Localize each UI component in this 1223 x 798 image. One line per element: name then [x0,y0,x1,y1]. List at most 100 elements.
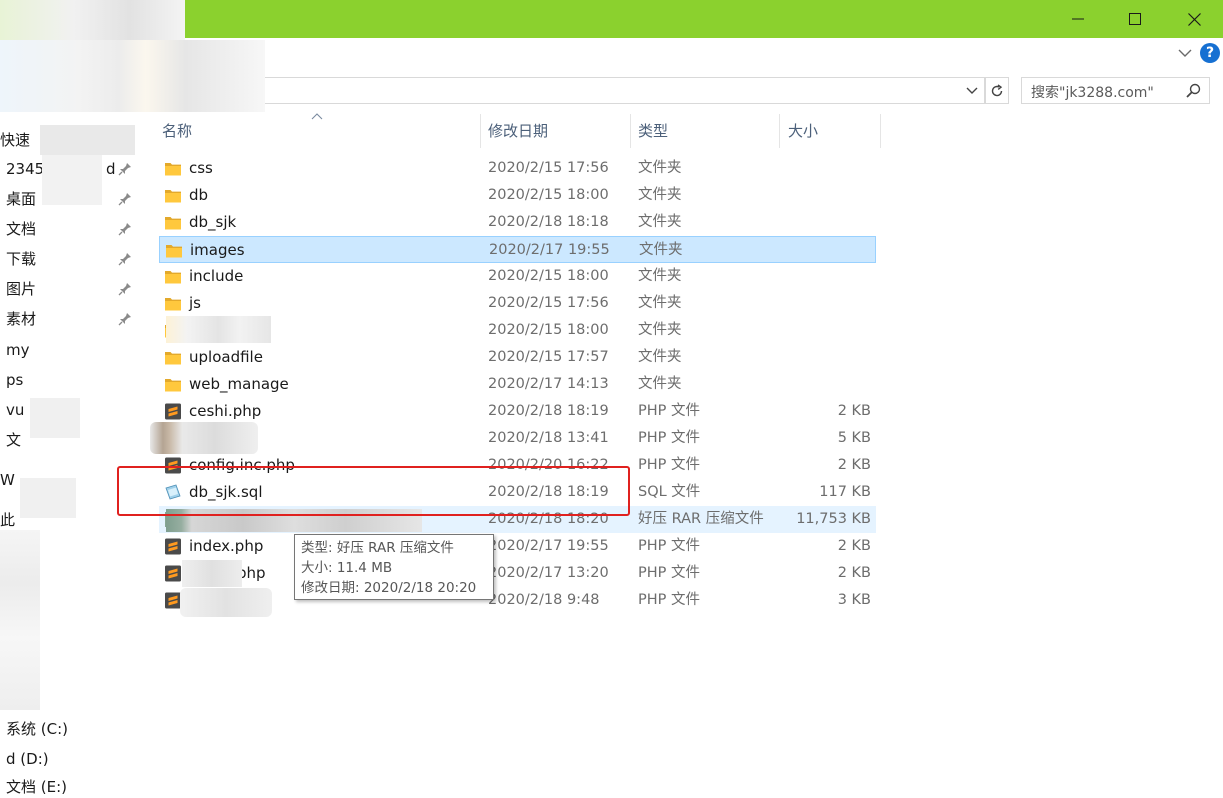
tooltip-type: 类型: 好压 RAR 压缩文件 [301,540,454,556]
file-row[interactable]: js 2020/2/15 17:56 文件夹 [159,290,876,317]
file-name: db_sjk.sql [189,483,263,501]
nav-item-downloads[interactable]: 下载 [6,248,36,270]
privacy-mask [180,588,272,617]
file-date: 2020/2/15 17:56 [488,160,609,176]
nav-item-suffix: d [106,160,116,178]
column-divider[interactable] [630,114,631,148]
nav-item-2345[interactable]: 2345 d [6,158,116,180]
file-type: PHP 文件 [638,592,701,608]
pin-icon [118,253,131,266]
folder-icon [164,349,182,366]
file-row[interactable]: include 2020/2/15 18:00 文件夹 [159,263,876,290]
tooltip-date: 修改日期: 2020/2/18 20:20 [301,580,477,596]
address-dropdown-icon[interactable] [964,84,980,98]
file-type: 文件夹 [638,322,682,338]
file-size: 117 KB [819,484,871,500]
file-size: 2 KB [837,565,871,581]
file-row[interactable]: 2020/2/18 13:41 PHP 文件 5 KB [159,425,876,452]
privacy-mask [20,478,76,518]
folder-icon [164,187,182,204]
search-icon[interactable] [1186,83,1201,98]
pin-icon [118,313,131,326]
file-date: 2020/2/18 13:41 [488,430,609,446]
column-divider[interactable] [779,114,780,148]
search-input[interactable]: 搜索"jk3288.com" [1021,77,1210,104]
file-date: 2020/2/17 14:13 [488,376,609,392]
nav-item-documents[interactable]: 文档 [6,218,36,240]
nav-item-my[interactable]: my [6,339,30,361]
nav-quick-access[interactable]: 快速 [0,129,30,151]
file-name: db [189,186,209,204]
file-date: 2020/2/15 17:57 [488,349,609,365]
file-row[interactable]: ceshi.php 2020/2/18 18:19 PHP 文件 2 KB [159,398,876,425]
address-bar[interactable] [262,77,985,104]
file-type: 文件夹 [639,242,683,258]
file-type: 文件夹 [638,187,682,203]
column-header-type[interactable]: 类型 [638,118,668,144]
file-name: ceshi.php [189,402,262,420]
file-type: 文件夹 [638,268,682,284]
column-divider[interactable] [880,114,881,148]
nav-item-pictures[interactable]: 图片 [6,278,36,300]
file-name: js [189,294,201,312]
nav-item-ps[interactable]: ps [6,369,23,391]
file-row[interactable]: db 2020/2/15 18:00 文件夹 [159,182,876,209]
help-icon[interactable]: ? [1200,43,1220,63]
file-row[interactable]: index.php 2020/2/17 19:55 PHP 文件 2 KB [159,533,876,560]
privacy-mask [182,560,242,587]
file-name: images [190,241,245,259]
sql-file-icon [164,484,182,501]
file-name: config.inc.php [189,456,295,474]
privacy-mask [42,155,102,205]
file-row[interactable]: images 2020/2/17 19:55 文件夹 [159,236,876,263]
column-divider[interactable] [480,114,481,148]
file-date: 2020/2/17 19:55 [489,242,610,258]
nav-drive-c[interactable]: 系统 (C:) [6,718,68,740]
privacy-mask [0,40,265,112]
nav-item-this-pc[interactable]: 此 [0,509,15,531]
column-header-date[interactable]: 修改日期 [488,118,548,144]
file-type: 文件夹 [638,349,682,365]
file-date: 2020/2/15 18:00 [488,268,609,284]
privacy-mask [0,0,185,40]
file-tooltip: 类型: 好压 RAR 压缩文件 大小: 11.4 MB 修改日期: 2020/2… [294,534,494,600]
file-row[interactable]: config.inc.php 2020/2/20 16:22 PHP 文件 2 KB [159,452,876,479]
column-header-name[interactable]: 名称 [162,118,192,144]
nav-item-desktop[interactable]: 桌面 [6,188,36,210]
file-row[interactable]: db_sjk.sql 2020/2/18 18:19 SQL 文件 117 KB [159,479,876,506]
file-row[interactable]: php 2020/2/17 13:20 PHP 文件 2 KB [159,560,876,587]
chevron-down-icon[interactable] [1176,46,1194,60]
file-size: 2 KB [837,457,871,473]
file-row[interactable]: db_sjk 2020/2/18 18:18 文件夹 [159,209,876,236]
file-name: uploadfile [189,348,263,366]
file-row[interactable]: web_manage 2020/2/17 14:13 文件夹 [159,371,876,398]
minimize-button[interactable] [1049,0,1107,38]
column-header-size[interactable]: 大小 [788,118,818,144]
nav-item-vu[interactable]: vu [6,399,24,421]
nav-item-wen[interactable]: 文 [6,429,21,451]
maximize-button[interactable] [1106,0,1164,38]
file-date: 2020/2/20 16:22 [488,457,609,473]
folder-icon [164,376,182,393]
refresh-icon [991,83,1003,96]
file-row[interactable]: css 2020/2/15 17:56 文件夹 [159,155,876,182]
file-row[interactable]: uploadfile 2020/2/15 17:57 文件夹 [159,344,876,371]
file-type: PHP 文件 [638,538,701,554]
refresh-button[interactable] [985,77,1009,104]
file-date: 2020/2/15 18:00 [488,187,609,203]
minimize-icon [1072,18,1084,20]
close-button[interactable] [1165,0,1223,38]
nav-drive-d[interactable]: d (D:) [6,748,49,770]
sublime-file-icon [164,565,182,582]
nav-item-materials[interactable]: 素材 [6,308,36,330]
folder-icon [164,214,182,231]
folder-icon [164,160,182,177]
file-date: 2020/2/15 17:56 [488,295,609,311]
privacy-mask [40,125,135,155]
file-type: 好压 RAR 压缩文件 [638,511,764,527]
file-size: 3 KB [837,592,871,608]
close-icon [1187,12,1201,26]
privacy-mask [0,530,40,710]
nav-item-w[interactable]: W [0,469,15,491]
maximize-icon [1129,13,1141,25]
